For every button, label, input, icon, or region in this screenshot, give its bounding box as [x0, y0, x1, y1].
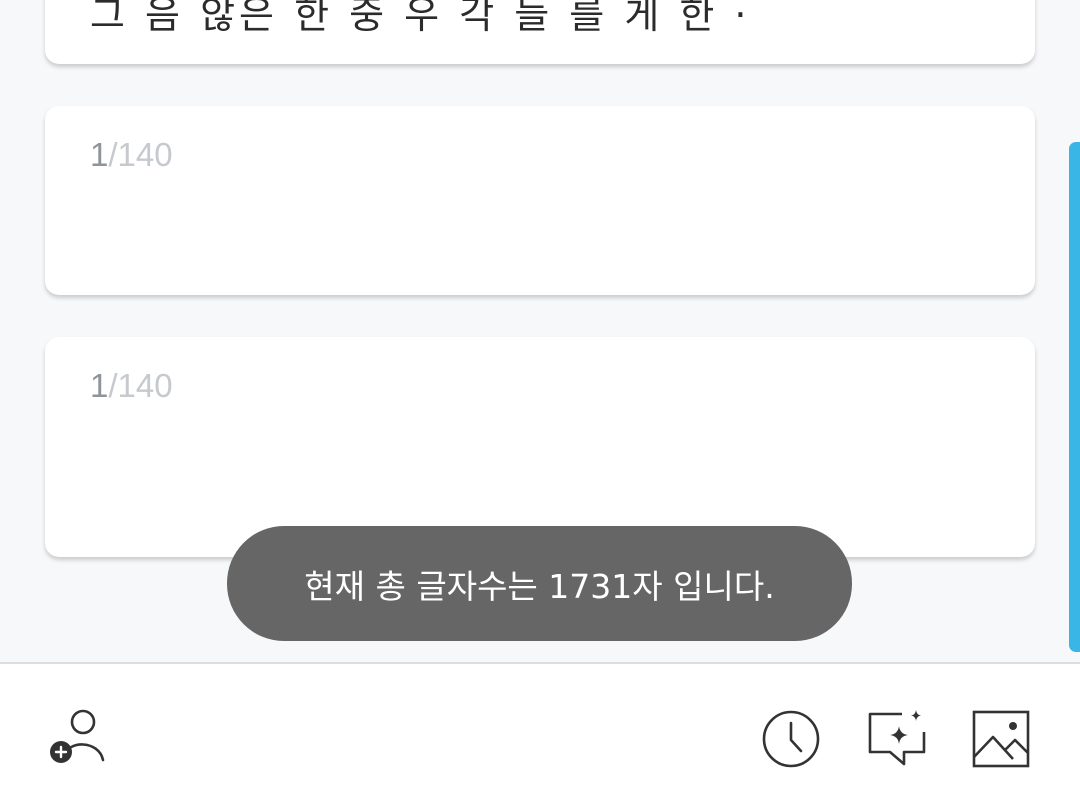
clock-icon [762, 710, 820, 768]
char-count-current: 1 [90, 367, 109, 404]
char-count-max: 140 [117, 367, 173, 404]
add-person-icon [50, 709, 105, 763]
text-card[interactable]: 1/140 [45, 106, 1035, 295]
editor-page: 그 음 않은 한 중 우 각 들 를 게 한 · 1/140 1/140 현재 … [0, 0, 1080, 810]
text-card[interactable]: 1/140 [45, 337, 1035, 557]
image-button[interactable] [966, 704, 1036, 774]
ai-chat-sparkle-icon [868, 710, 926, 766]
toast-text: 현재 총 글자수는 1731자 입니다. [304, 566, 775, 606]
text-card-previous[interactable]: 그 음 않은 한 중 우 각 들 를 게 한 · [45, 0, 1035, 64]
add-person-button[interactable] [42, 701, 112, 771]
card-text: 그 음 않은 한 중 우 각 들 를 게 한 · [90, 0, 751, 37]
char-count-current: 1 [90, 136, 109, 173]
char-counter: 1/140 [90, 136, 173, 174]
image-icon [972, 710, 1030, 768]
scrollbar[interactable] [1069, 142, 1080, 652]
char-count-separator: / [108, 367, 118, 404]
char-count-max: 140 [117, 136, 173, 173]
ai-chat-button[interactable] [862, 704, 932, 774]
char-count-separator: / [108, 136, 118, 173]
char-counter: 1/140 [90, 367, 173, 405]
history-button[interactable] [756, 704, 826, 774]
bottom-toolbar [0, 662, 1080, 810]
toast-message: 현재 총 글자수는 1731자 입니다. [227, 526, 852, 641]
